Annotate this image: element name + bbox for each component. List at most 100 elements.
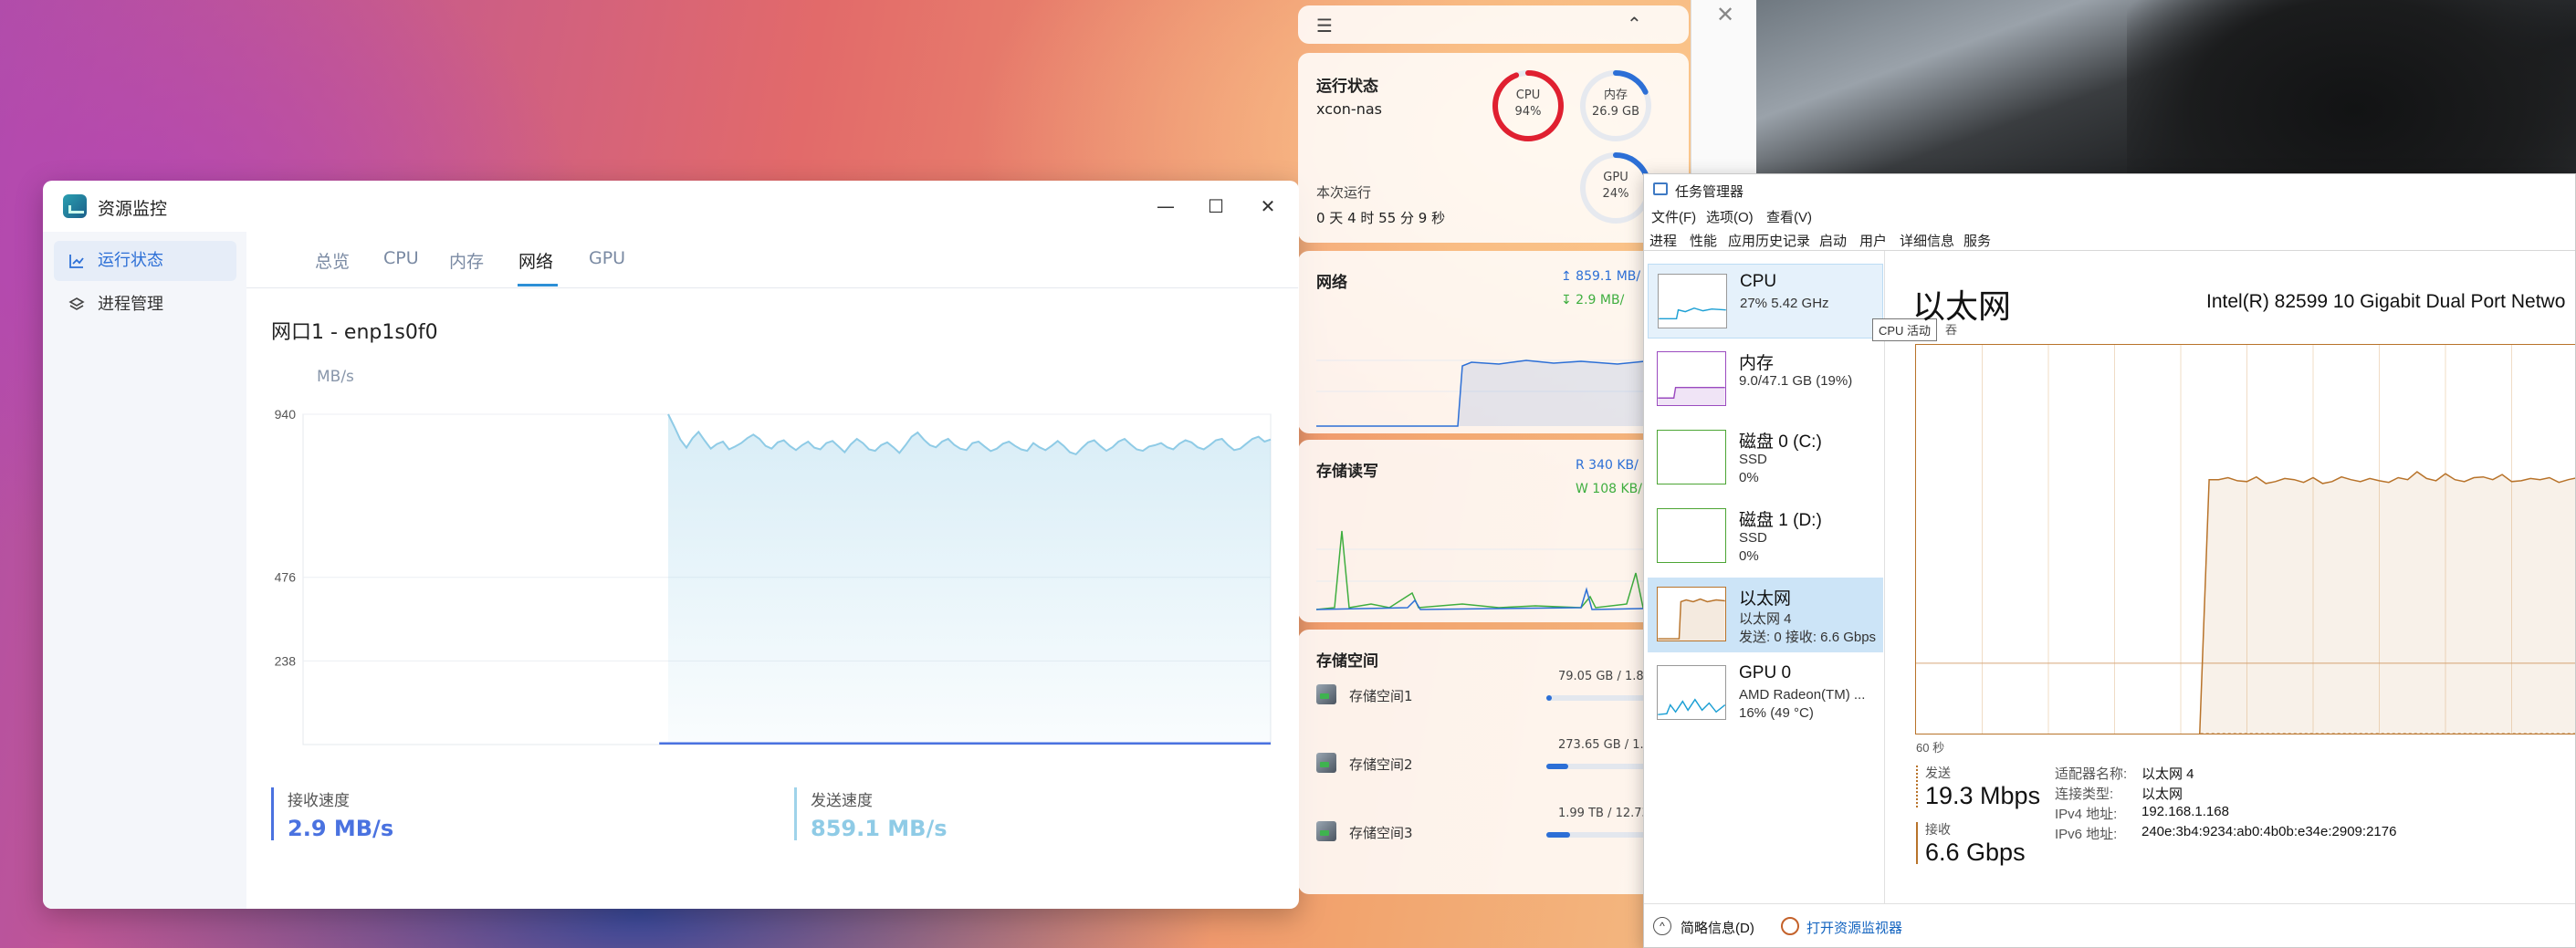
cpu-gauge-label: CPU xyxy=(1515,89,1541,102)
throughput-label: 吞 xyxy=(1945,323,1958,337)
resource-detail: 以太网 4 xyxy=(1739,611,1792,627)
open-resource-monitor-link[interactable]: 打开资源监视器 xyxy=(1806,918,1902,937)
tab-startup[interactable]: 启动 xyxy=(1819,231,1847,250)
uptime-value: 0 天 4 时 55 分 9 秒 xyxy=(1316,210,1446,226)
fewer-details-button[interactable]: 简略信息(D) xyxy=(1681,918,1754,937)
receive-label: 接收速度 xyxy=(288,792,350,810)
storage-row[interactable]: 存储空间3 1.99 TB / 12.73 T xyxy=(1316,801,1689,865)
menu-bar: 文件(F) 选项(O) 查看(V) xyxy=(1644,205,2575,227)
tab-users[interactable]: 用户 xyxy=(1859,231,1887,250)
memory-gauge-label: 内存 xyxy=(1603,89,1628,102)
disk1-thumbnail xyxy=(1657,508,1726,563)
ethernet-graph xyxy=(1915,344,2575,734)
resource-item-disk1[interactable]: 磁盘 1 (D:) SSD 0% xyxy=(1648,499,1883,574)
storage-capacity: 79.05 GB / 1.8 T xyxy=(1558,670,1655,683)
disk-read: R 340 KB/ xyxy=(1576,458,1639,473)
menu-options[interactable]: 选项(O) xyxy=(1706,207,1754,226)
window-title: 任务管理器 xyxy=(1675,184,1744,200)
status-title: 运行状态 xyxy=(1316,78,1378,96)
hostname: xcon-nas xyxy=(1316,100,1382,118)
tab-bar: 进程 性能 应用历史记录 启动 用户 详细信息 服务 xyxy=(1644,227,2575,251)
minimize-button[interactable]: — xyxy=(1147,192,1184,221)
disk-io-widget[interactable]: 存储读写 R 340 KB/ W 108 KB/ xyxy=(1298,440,1689,622)
tab-processes[interactable]: 进程 xyxy=(1649,231,1677,250)
tab-details[interactable]: 详细信息 xyxy=(1900,231,1954,250)
storage-row[interactable]: 存储空间2 273.65 GB / 1.82 T xyxy=(1316,733,1689,797)
property-key: 连接类型: xyxy=(2055,787,2114,802)
network-widget[interactable]: 网络 ↥ 859.1 MB/ ↧ 2.9 MB/ xyxy=(1298,251,1689,433)
task-manager-window: 任务管理器 文件(F) 选项(O) 查看(V) 进程 性能 应用历史记录 启动 … xyxy=(1643,173,2576,948)
storage-drive-icon xyxy=(1316,684,1336,704)
adapter-name: Intel(R) 82599 10 Gigabit Dual Port Netw… xyxy=(2206,291,2566,312)
chevron-up-icon[interactable]: ^ xyxy=(1653,917,1671,935)
tab-services[interactable]: 服务 xyxy=(1963,231,1991,250)
menu-icon[interactable]: ☰ xyxy=(1316,15,1333,36)
title-bar: 资源监控 — ☐ ✕ xyxy=(43,181,1299,232)
resource-item-cpu[interactable]: CPU 27% 5.42 GHz xyxy=(1648,264,1883,339)
receive-label: 接收 xyxy=(1925,822,1951,837)
storage-drive-icon xyxy=(1316,821,1336,841)
disk-write: W 108 KB/ xyxy=(1576,482,1642,496)
resource-item-disk0[interactable]: 磁盘 0 (C:) SSD 0% xyxy=(1648,421,1883,495)
resource-detail: 发送: 0 接收: 6.6 Gbps xyxy=(1739,630,1877,645)
resource-detail: 9.0/47.1 GB (19%) xyxy=(1739,373,1853,389)
resource-monitor-icon[interactable] xyxy=(1781,917,1799,935)
tab-overview[interactable]: 总览 xyxy=(315,248,350,273)
send-speed: 发送速度 859.1 MB/s xyxy=(794,787,1068,841)
sidebar-item-status[interactable]: 运行状态 xyxy=(54,241,236,281)
cpu-gauge-text: CPU 94% xyxy=(1490,88,1566,120)
close-button[interactable]: ✕ xyxy=(1250,192,1286,221)
menu-file[interactable]: 文件(F) xyxy=(1651,207,1696,226)
memory-gauge-value: 26.9 GB xyxy=(1591,105,1640,119)
resource-item-ethernet[interactable]: 以太网 以太网 4 发送: 0 接收: 6.6 Gbps xyxy=(1648,578,1883,652)
maximize-button[interactable]: ☐ xyxy=(1198,192,1234,221)
network-chart: 940 476 238 xyxy=(275,407,1272,745)
widget-toolbar: ☰ ⌃ xyxy=(1298,5,1689,44)
property-key: IPv6 地址: xyxy=(2055,827,2118,842)
tab-performance[interactable]: 性能 xyxy=(1690,231,1718,250)
storage-name: 存储空间1 xyxy=(1349,688,1413,704)
property-value: 以太网 4 xyxy=(2141,766,2194,782)
tab-bar: 总览 CPU 内存 网络 GPU xyxy=(246,232,1299,288)
tab-gpu[interactable]: GPU xyxy=(589,248,625,268)
storage-usage-fill xyxy=(1546,832,1570,838)
tab-network[interactable]: 网络 xyxy=(518,248,553,273)
disk0-thumbnail xyxy=(1657,430,1726,484)
network-sparkline xyxy=(1316,359,1689,427)
property-key: IPv4 地址: xyxy=(2055,807,2118,822)
receive-indicator xyxy=(1916,822,1918,864)
resource-item-memory[interactable]: 内存 9.0/47.1 GB (19%) xyxy=(1648,342,1883,417)
menu-view[interactable]: 查看(V) xyxy=(1766,207,1812,226)
footer: ^ 简略信息(D) 打开资源监视器 xyxy=(1644,903,2575,947)
tab-app-history[interactable]: 应用历史记录 xyxy=(1728,231,1810,250)
resource-list: CPU 27% 5.42 GHz 内存 9.0/47.1 GB (19%) 磁盘… xyxy=(1644,251,1885,903)
resource-detail: SSD xyxy=(1739,452,1767,467)
resource-item-gpu[interactable]: GPU 0 AMD Radeon(TM) ... 16% (49 °C) xyxy=(1648,656,1883,731)
close-icon[interactable]: ✕ xyxy=(1716,2,1734,27)
resource-name: 以太网 xyxy=(1739,589,1792,609)
task-manager-icon xyxy=(1653,182,1668,195)
storage-row[interactable]: 存储空间1 79.05 GB / 1.8 T xyxy=(1316,664,1689,728)
y-axis-unit: MB/s xyxy=(317,368,354,386)
resource-name: CPU xyxy=(1740,272,1777,291)
window-title: 资源监控 xyxy=(98,199,168,219)
resource-detail: AMD Radeon(TM) ... xyxy=(1739,687,1866,703)
send-value: 859.1 MB/s xyxy=(811,816,948,841)
line-chart-icon xyxy=(69,255,84,268)
sidebar: 运行状态 进程管理 xyxy=(43,232,246,909)
wallpaper-rock xyxy=(2127,0,2576,182)
collapse-icon[interactable]: ⌃ xyxy=(1627,13,1642,35)
send-value: 19.3 Mbps xyxy=(1925,782,2041,809)
ethernet-thumbnail xyxy=(1657,587,1726,641)
sidebar-item-process[interactable]: 进程管理 xyxy=(54,285,236,325)
network-download: ↧ 2.9 MB/ xyxy=(1561,293,1625,307)
memory-thumbnail xyxy=(1657,351,1726,406)
storage-drive-icon xyxy=(1316,753,1336,773)
property-key: 适配器名称: xyxy=(2055,766,2128,782)
status-widget[interactable]: 运行状态 xcon-nas 本次运行 0 天 4 时 55 分 9 秒 CPU 9… xyxy=(1298,53,1689,243)
app-icon xyxy=(63,194,87,218)
tab-memory[interactable]: 内存 xyxy=(449,248,484,273)
storage-widget[interactable]: 存储空间 存储空间1 79.05 GB / 1.8 T 存储空间2 273.65… xyxy=(1298,630,1689,894)
tab-cpu[interactable]: CPU xyxy=(383,248,419,268)
receive-value: 2.9 MB/s xyxy=(288,816,394,841)
